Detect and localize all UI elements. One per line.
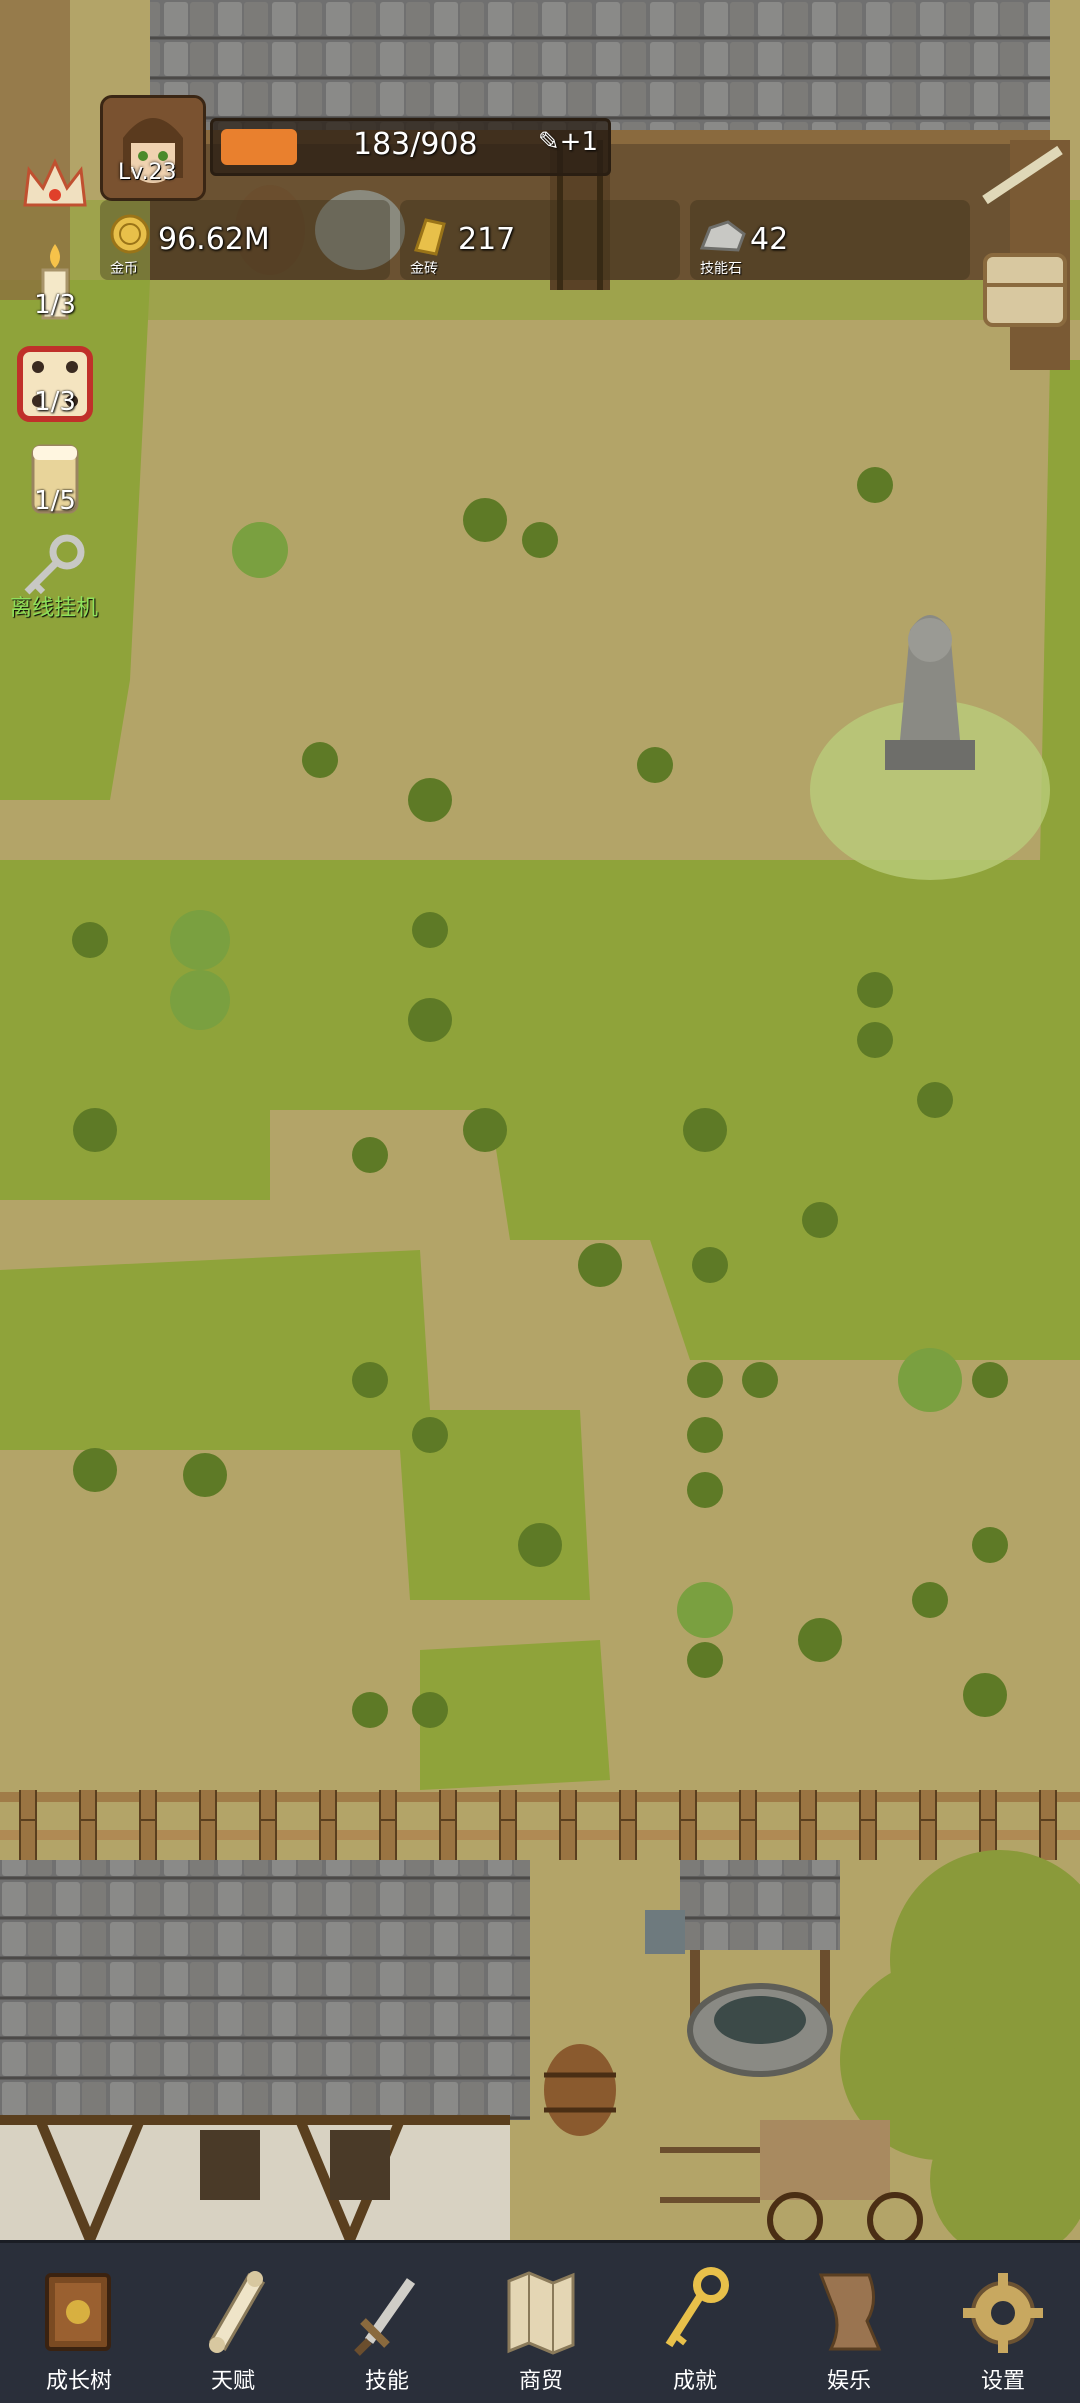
- xp-text: 183/908: [353, 127, 478, 162]
- player-avatar[interactable]: [100, 95, 206, 201]
- gold-value: 96.62M: [158, 222, 270, 257]
- nav-label-talent: 天赋: [210, 2369, 255, 2394]
- nav-skill[interactable]: 技能: [310, 2243, 464, 2403]
- nav-label-settings: 设置: [980, 2369, 1025, 2394]
- gear-icon: [963, 2273, 1043, 2353]
- currency-skill-stone[interactable]: 42 技能石: [690, 200, 970, 280]
- candle-count: 1/3: [34, 290, 76, 320]
- key-icon: [665, 2267, 729, 2348]
- skill-stone-value: 42: [750, 222, 789, 257]
- nav-growth-tree[interactable]: 成长树: [2, 2243, 156, 2403]
- nav-trade[interactable]: 商贸: [464, 2243, 618, 2403]
- nav-achievement[interactable]: 成就: [618, 2243, 772, 2403]
- book-icon: [45, 2273, 111, 2351]
- beer-button[interactable]: 1/5: [10, 440, 100, 530]
- nav-entertainment[interactable]: 娱乐: [772, 2243, 926, 2403]
- xp-plus[interactable]: ✎+1: [538, 127, 598, 157]
- xp-plus-text: +1: [559, 127, 598, 157]
- nav-label-growth-tree: 成长树: [45, 2369, 112, 2394]
- parchment-icon: [818, 2273, 882, 2351]
- scroll-icon: [208, 2271, 266, 2353]
- currency-gold[interactable]: 96.62M 金币: [100, 200, 390, 280]
- gold-label: 金币: [110, 261, 138, 277]
- bottom-nav: 成长树 天赋 技能 商贸 成就 娱乐 设置: [0, 2240, 1080, 2403]
- skill-stone-icon: [699, 220, 746, 252]
- skill-stone-label: 技能石: [700, 261, 742, 277]
- gold-brick-value: 217: [458, 222, 516, 257]
- player-level: Lv.23: [118, 160, 177, 185]
- xp-bar-fill: [221, 129, 297, 165]
- nav-settings[interactable]: 设置: [926, 2243, 1080, 2403]
- xp-bar: 183/908 ✎+1: [210, 118, 611, 176]
- gold-coin-icon: [110, 214, 150, 254]
- nav-label-achievement: 成就: [672, 2369, 717, 2394]
- crown-icon: [23, 158, 87, 207]
- fence: [0, 1790, 1080, 1860]
- farm-scene: [0, 0, 1080, 2260]
- crown-button[interactable]: [10, 150, 100, 230]
- bottom-house: [0, 1860, 530, 2242]
- barrel: [544, 2044, 616, 2136]
- nav-label-skill: 技能: [364, 2369, 409, 2394]
- dice-button[interactable]: 1/3: [10, 345, 100, 430]
- beer-count: 1/5: [34, 486, 76, 516]
- map-icon: [507, 2271, 575, 2355]
- dice-count: 1/3: [34, 387, 76, 417]
- gold-brick-label: 金砖: [410, 261, 438, 277]
- currency-gold-brick[interactable]: 217 金砖: [400, 200, 680, 280]
- nav-label-trade: 商贸: [518, 2369, 563, 2394]
- nav-talent[interactable]: 天赋: [156, 2243, 310, 2403]
- sword-icon: [354, 2278, 416, 2356]
- wand-icon: ✎: [537, 127, 560, 157]
- afk-label: 离线挂机: [10, 596, 99, 621]
- nav-label-entertainment: 娱乐: [826, 2369, 871, 2394]
- candle-button[interactable]: 1/3: [10, 240, 100, 330]
- gold-brick-icon: [414, 218, 446, 256]
